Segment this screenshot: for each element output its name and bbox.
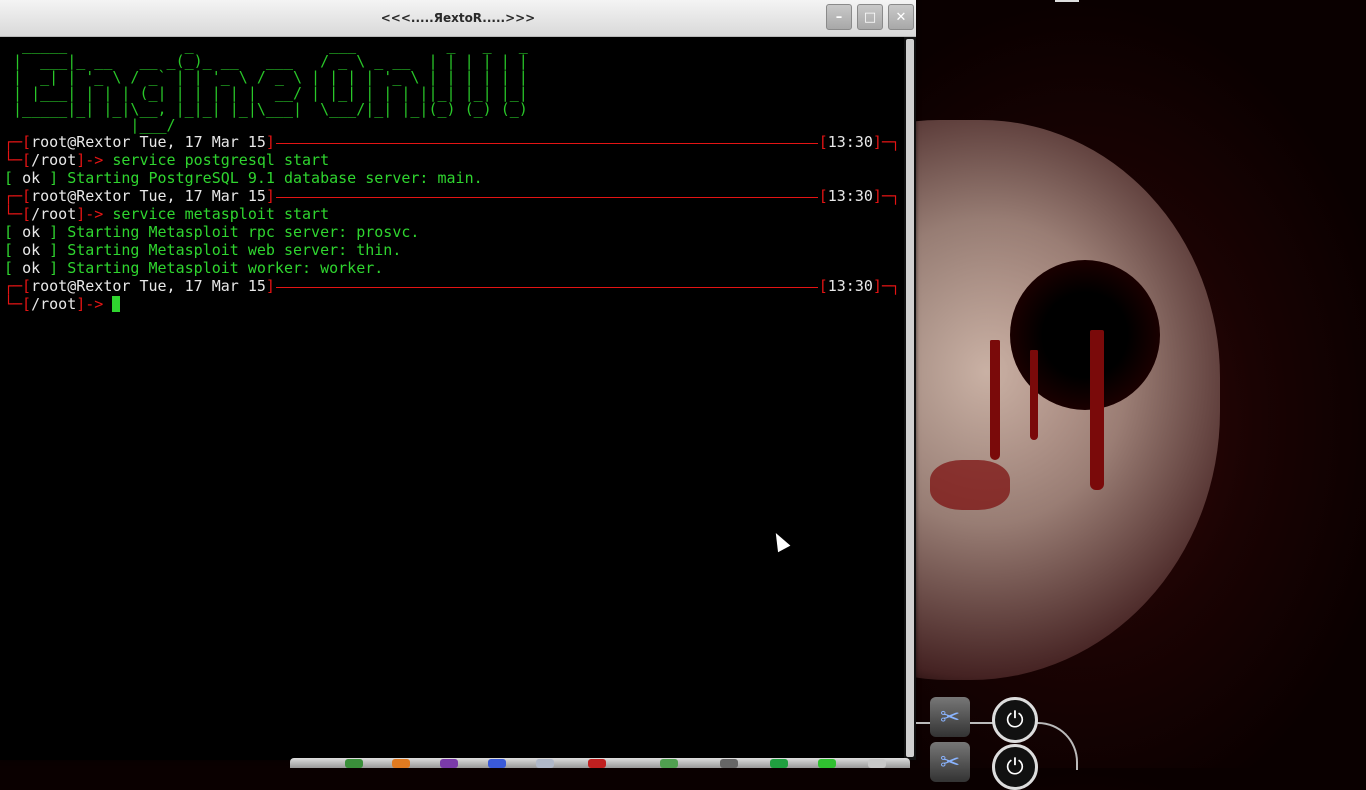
dock-app-icon[interactable]	[660, 759, 678, 768]
scrollbar-thumb[interactable]	[906, 39, 914, 757]
prompt-cwd: /root	[31, 295, 77, 313]
prompt-header: ┌─[root@Rextor Tue, 17 Mar 15] [13:30]─┐	[4, 277, 900, 295]
wallpaper-blood-drip	[930, 460, 1010, 510]
prompt-rule	[275, 196, 818, 198]
command-text: service metasploit start	[112, 205, 330, 223]
prompt-time: 13:30	[827, 277, 873, 295]
output-line: [ ok ] Starting Metasploit web server: t…	[4, 241, 402, 259]
output-line: [ ok ] Starting Metasploit rpc server: p…	[4, 223, 420, 241]
prompt-time: 13:30	[827, 187, 873, 205]
prompt-arrow: ->	[85, 295, 104, 313]
prompt-user: root@Rextor	[31, 277, 131, 295]
power-icon[interactable]: ⏻	[992, 697, 1038, 743]
power-icon[interactable]: ⏻	[992, 744, 1038, 790]
command-text: service postgresql start	[112, 151, 330, 169]
dock-app-icon[interactable]	[488, 759, 506, 768]
dock-app-icon[interactable]	[720, 759, 738, 768]
status-ok: ok	[22, 241, 41, 259]
scissors-icon[interactable]: ✂	[930, 697, 970, 737]
prompt-time: 13:30	[827, 133, 873, 151]
dock-app-icon[interactable]	[392, 759, 410, 768]
window-title: <<<.....ЯextoR.....>>>	[380, 11, 536, 25]
prompt-arrow: ->	[85, 151, 104, 169]
dock-app-icon[interactable]	[868, 759, 886, 768]
prompt-cwd: /root	[31, 151, 77, 169]
prompt-date: Tue, 17 Mar 15	[139, 187, 266, 205]
output-message: Starting Metasploit web server: thin.	[67, 241, 402, 259]
minimize-icon: –	[835, 9, 843, 25]
maximize-button[interactable]: □	[857, 4, 883, 30]
terminal-scrollbar[interactable]	[904, 37, 916, 760]
prompt-rule	[275, 286, 818, 288]
prompt-cwd: /root	[31, 205, 77, 223]
prompt-command-line: └─[/root]-> service metasploit start	[4, 205, 330, 223]
prompt-command-line: └─[/root]-> service postgresql start	[4, 151, 330, 169]
dock-app-icon[interactable]	[345, 759, 363, 768]
output-message: Starting PostgreSQL 9.1 database server:…	[67, 169, 483, 187]
wallpaper-blood-drip	[1030, 350, 1038, 440]
prompt-user: root@Rextor	[31, 133, 131, 151]
maximize-icon: □	[863, 9, 877, 25]
prompt-header: ┌─[root@Rextor Tue, 17 Mar 15] [13:30]─┐	[4, 133, 900, 151]
output-message: Starting Metasploit worker: worker.	[67, 259, 384, 277]
minimize-button[interactable]: –	[826, 4, 852, 30]
prompt-date: Tue, 17 Mar 15	[139, 277, 266, 295]
terminal-window[interactable]: <<<.....ЯextoR.....>>> – □ ✕ _____ _ ___…	[0, 0, 916, 760]
prompt-date: Tue, 17 Mar 15	[139, 133, 266, 151]
dock-app-icon[interactable]	[536, 759, 554, 768]
output-line: [ ok ] Starting Metasploit worker: worke…	[4, 259, 384, 277]
output-line: [ ok ] Starting PostgreSQL 9.1 database …	[4, 169, 483, 187]
terminal-output[interactable]: _____ _ ___ _ _ _ | ___|_ __ __ _(_)_ __…	[0, 37, 904, 757]
dock-app-icon[interactable]	[818, 759, 836, 768]
scissors-icon[interactable]: ✂	[930, 742, 970, 782]
status-ok: ok	[22, 259, 41, 277]
window-titlebar[interactable]: <<<.....ЯextoR.....>>> – □ ✕	[0, 0, 916, 37]
wallpaper-blood-drip	[1090, 330, 1104, 490]
ascii-banner: _____ _ ___ _ _ _ | ___|_ __ __ _(_)_ __…	[13, 37, 528, 134]
dock-app-icon[interactable]	[588, 759, 606, 768]
terminal-cursor	[112, 296, 121, 312]
prompt-user: root@Rextor	[31, 187, 131, 205]
prompt-arrow: ->	[85, 205, 104, 223]
close-icon: ✕	[895, 9, 907, 25]
status-ok: ok	[22, 223, 41, 241]
output-message: Starting Metasploit rpc server: prosvc.	[67, 223, 420, 241]
prompt-header: ┌─[root@Rextor Tue, 17 Mar 15] [13:30]─┐	[4, 187, 900, 205]
prompt-rule	[275, 142, 818, 144]
dock-app-icon[interactable]	[770, 759, 788, 768]
wallpaper-blood-drip	[990, 340, 1000, 460]
close-button[interactable]: ✕	[888, 4, 914, 30]
active-prompt-line[interactable]: └─[/root]->	[4, 295, 900, 313]
status-ok: ok	[22, 169, 41, 187]
desktop-top-edge	[1055, 0, 1079, 2]
dock-app-icon[interactable]	[440, 759, 458, 768]
